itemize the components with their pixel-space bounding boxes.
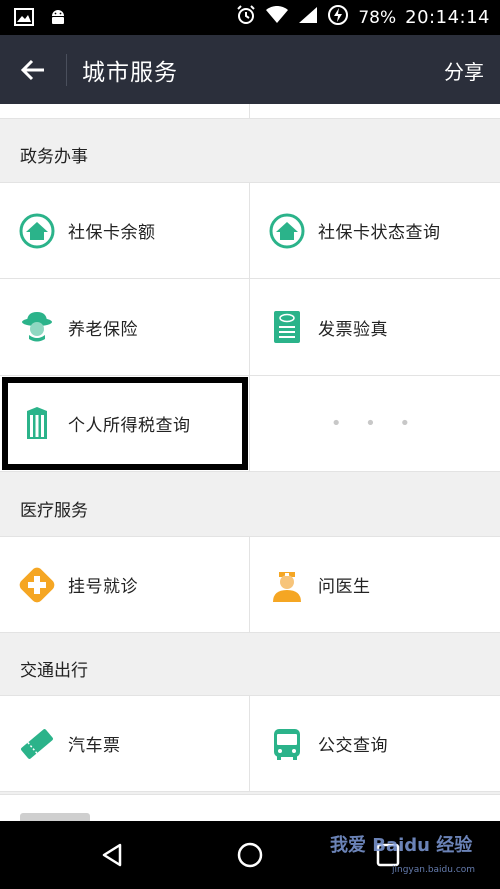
grid-row: 挂号就诊 问医生 xyxy=(0,536,500,633)
service-label: 养老保险 xyxy=(68,319,138,340)
page-title: 城市服务 xyxy=(82,60,178,86)
doctor-icon xyxy=(268,566,306,604)
watermark-url: jingyan.baidu.com xyxy=(392,865,476,875)
service-label: 社保卡余额 xyxy=(68,223,156,243)
section-header-gov: 政务办事 xyxy=(20,147,88,167)
service-social-card-status[interactable]: 社保卡状态查询 xyxy=(250,183,500,278)
next-section-edge xyxy=(0,794,500,821)
grid-row: 社保卡余额 社保卡状态查询 xyxy=(0,182,500,279)
status-bar: 78% 20:14:14 xyxy=(0,0,500,35)
more-dots-icon: • • • xyxy=(330,413,420,434)
wifi-icon xyxy=(265,5,289,29)
signal-icon xyxy=(298,6,318,29)
service-label: 个人所得税查询 xyxy=(68,416,191,436)
previous-row-edge xyxy=(0,104,500,119)
service-ask-doctor[interactable]: 问医生 xyxy=(250,537,500,632)
grid-row: 汽车票 公交查询 xyxy=(0,695,500,792)
service-label: 社保卡状态查询 xyxy=(318,223,441,243)
service-label: 公交查询 xyxy=(318,736,388,756)
battery-percent: 78% xyxy=(358,7,397,28)
medical-cross-icon xyxy=(18,566,56,604)
service-registration[interactable]: 挂号就诊 xyxy=(0,537,250,632)
back-arrow-icon xyxy=(20,59,44,81)
image-notification-icon xyxy=(14,8,34,30)
service-label: 问医生 xyxy=(318,577,371,597)
circle-home-icon xyxy=(237,842,263,868)
back-button[interactable] xyxy=(12,49,54,91)
share-button[interactable]: 分享 xyxy=(444,56,484,85)
section-header-traffic: 交通出行 xyxy=(20,661,88,681)
service-label: 挂号就诊 xyxy=(68,577,138,597)
section-header-medical: 医疗服务 xyxy=(20,501,88,521)
android-notification-icon xyxy=(48,7,68,31)
social-card-house-icon xyxy=(18,212,56,250)
service-income-tax[interactable]: 个人所得税查询 xyxy=(0,376,250,471)
grid-row: 养老保险 发票验真 xyxy=(0,278,500,376)
service-pension[interactable]: 养老保险 xyxy=(0,279,250,375)
battery-saver-icon xyxy=(327,4,349,31)
grid-row: 个人所得税查询 • • • xyxy=(0,375,500,472)
toolbar-divider xyxy=(66,54,67,86)
service-bus-ticket[interactable]: 汽车票 xyxy=(0,696,250,791)
ticket-icon xyxy=(18,725,56,763)
service-label: 发票验真 xyxy=(318,319,388,340)
service-label: 汽车票 xyxy=(68,736,121,756)
clock: 20:14:14 xyxy=(405,7,490,28)
service-invoice-verify[interactable]: 发票验真 xyxy=(250,279,500,375)
alarm-icon xyxy=(236,5,256,30)
bus-icon xyxy=(268,725,306,763)
triangle-back-icon xyxy=(102,843,122,867)
nav-back-button[interactable] xyxy=(92,837,132,873)
invoice-receipt-icon xyxy=(268,308,306,346)
service-more[interactable]: • • • xyxy=(250,376,500,471)
service-social-card-balance[interactable]: 社保卡余额 xyxy=(0,183,250,278)
nav-home-button[interactable] xyxy=(230,837,270,873)
tax-building-icon xyxy=(18,405,56,443)
elder-person-icon xyxy=(18,308,56,346)
service-bus-query[interactable]: 公交查询 xyxy=(250,696,500,791)
social-card-house-icon xyxy=(268,212,306,250)
toolbar: 城市服务 分享 xyxy=(0,35,500,104)
navigation-bar: 我爱 Baidu 经验 jingyan.baidu.com xyxy=(0,821,500,889)
content-area[interactable]: 政务办事 社保卡余额 社保卡状态查询 养老保险 发票验真 个人所得税查询 • •… xyxy=(0,104,500,821)
watermark: 我爱 Baidu 经验 xyxy=(330,835,473,856)
